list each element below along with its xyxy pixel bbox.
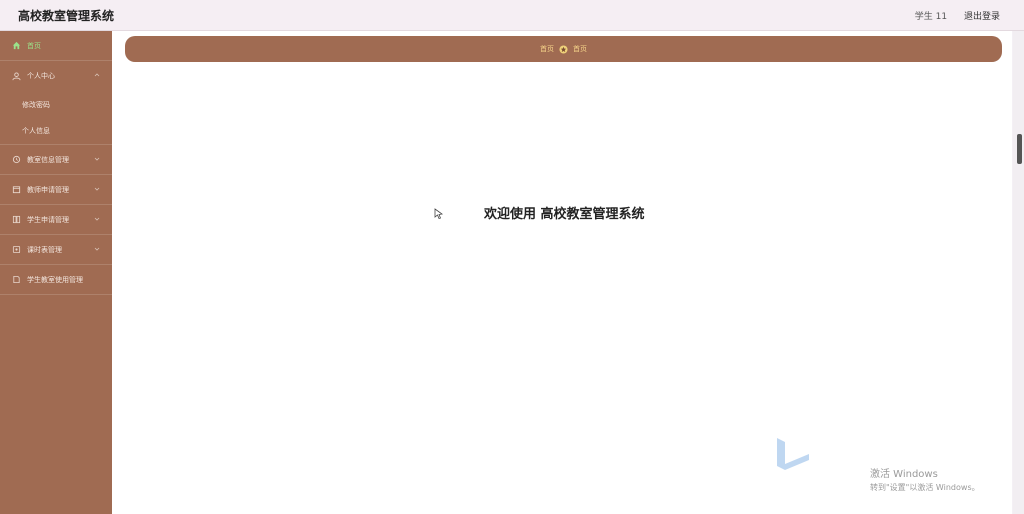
chevron-down-icon <box>94 246 100 252</box>
sidebar-item-student-classroom-usage[interactable]: 学生教室使用管理 <box>0 265 112 295</box>
clock-icon <box>12 155 21 164</box>
chevron-down-icon <box>94 156 100 162</box>
sidebar-item-label: 学生教室使用管理 <box>27 275 83 284</box>
windows-logo-icon <box>777 438 809 470</box>
app-title: 高校教室管理系统 <box>18 9 115 23</box>
chevron-down-icon <box>94 216 100 222</box>
sidebar-item-classroom-info[interactable]: 教室信息管理 <box>0 145 112 175</box>
sidebar-item-label: 个人信息 <box>22 127 50 135</box>
logout-link[interactable]: 退出登录 <box>964 12 1000 22</box>
sidebar-item-label: 课时表管理 <box>27 245 62 254</box>
breadcrumb: 首页 首页 <box>125 36 1002 62</box>
sidebar-item-label: 首页 <box>27 41 41 50</box>
mouse-cursor-icon <box>434 208 444 219</box>
current-user: 学生 11 <box>914 12 948 22</box>
sidebar-item-timetable[interactable]: 课时表管理 <box>0 235 112 265</box>
sidebar-item-label: 教师申请管理 <box>27 185 69 194</box>
sidebar-item-teacher-applications[interactable]: 教师申请管理 <box>0 175 112 205</box>
sidebar-item-label: 个人中心 <box>27 72 55 80</box>
table-icon <box>12 245 21 254</box>
grid-icon <box>12 215 21 224</box>
activate-windows-watermark: 激活 Windows 转到"设置"以激活 Windows。 <box>870 465 980 493</box>
sidebar-item-label: 教室信息管理 <box>27 155 69 164</box>
doc-icon <box>12 275 21 284</box>
page-scrollbar[interactable] <box>1013 31 1024 514</box>
welcome-message: 欢迎使用 高校教室管理系统 <box>484 207 645 222</box>
top-header: 高校教室管理系统 学生 11 退出登录 <box>0 0 1024 31</box>
watermark-title: 激活 Windows <box>870 469 938 480</box>
home-icon <box>12 41 21 50</box>
sidebar-item-label: 学生申请管理 <box>27 215 69 224</box>
chevron-up-icon <box>94 72 100 78</box>
scrollbar-thumb[interactable] <box>1017 134 1022 164</box>
user-icon <box>12 71 21 81</box>
star-icon <box>559 44 568 54</box>
main-content: 首页 首页 欢迎使用 高校教室管理系统 <box>112 31 1012 514</box>
sidebar-subitem-personal-info[interactable]: 个人信息 <box>0 118 112 145</box>
breadcrumb-home[interactable]: 首页 <box>540 44 554 54</box>
sidebar-item-personal-center[interactable]: 个人中心 <box>0 61 112 91</box>
calendar-icon <box>12 185 21 194</box>
chevron-down-icon <box>94 186 100 192</box>
breadcrumb-current: 首页 <box>573 45 587 53</box>
sidebar-item-label: 修改密码 <box>22 100 50 109</box>
watermark-subtitle: 转到"设置"以激活 Windows。 <box>870 483 980 492</box>
header-user-area: 学生 11 退出登录 <box>901 9 1000 22</box>
sidebar-item-home[interactable]: 首页 <box>0 31 112 61</box>
sidebar: 首页 个人中心 修改密码 个人信息 教室信息管理 教师申请管理 学生申请管理 课… <box>0 31 112 514</box>
sidebar-subitem-change-password[interactable]: 修改密码 <box>0 91 112 118</box>
sidebar-item-student-applications[interactable]: 学生申请管理 <box>0 205 112 235</box>
